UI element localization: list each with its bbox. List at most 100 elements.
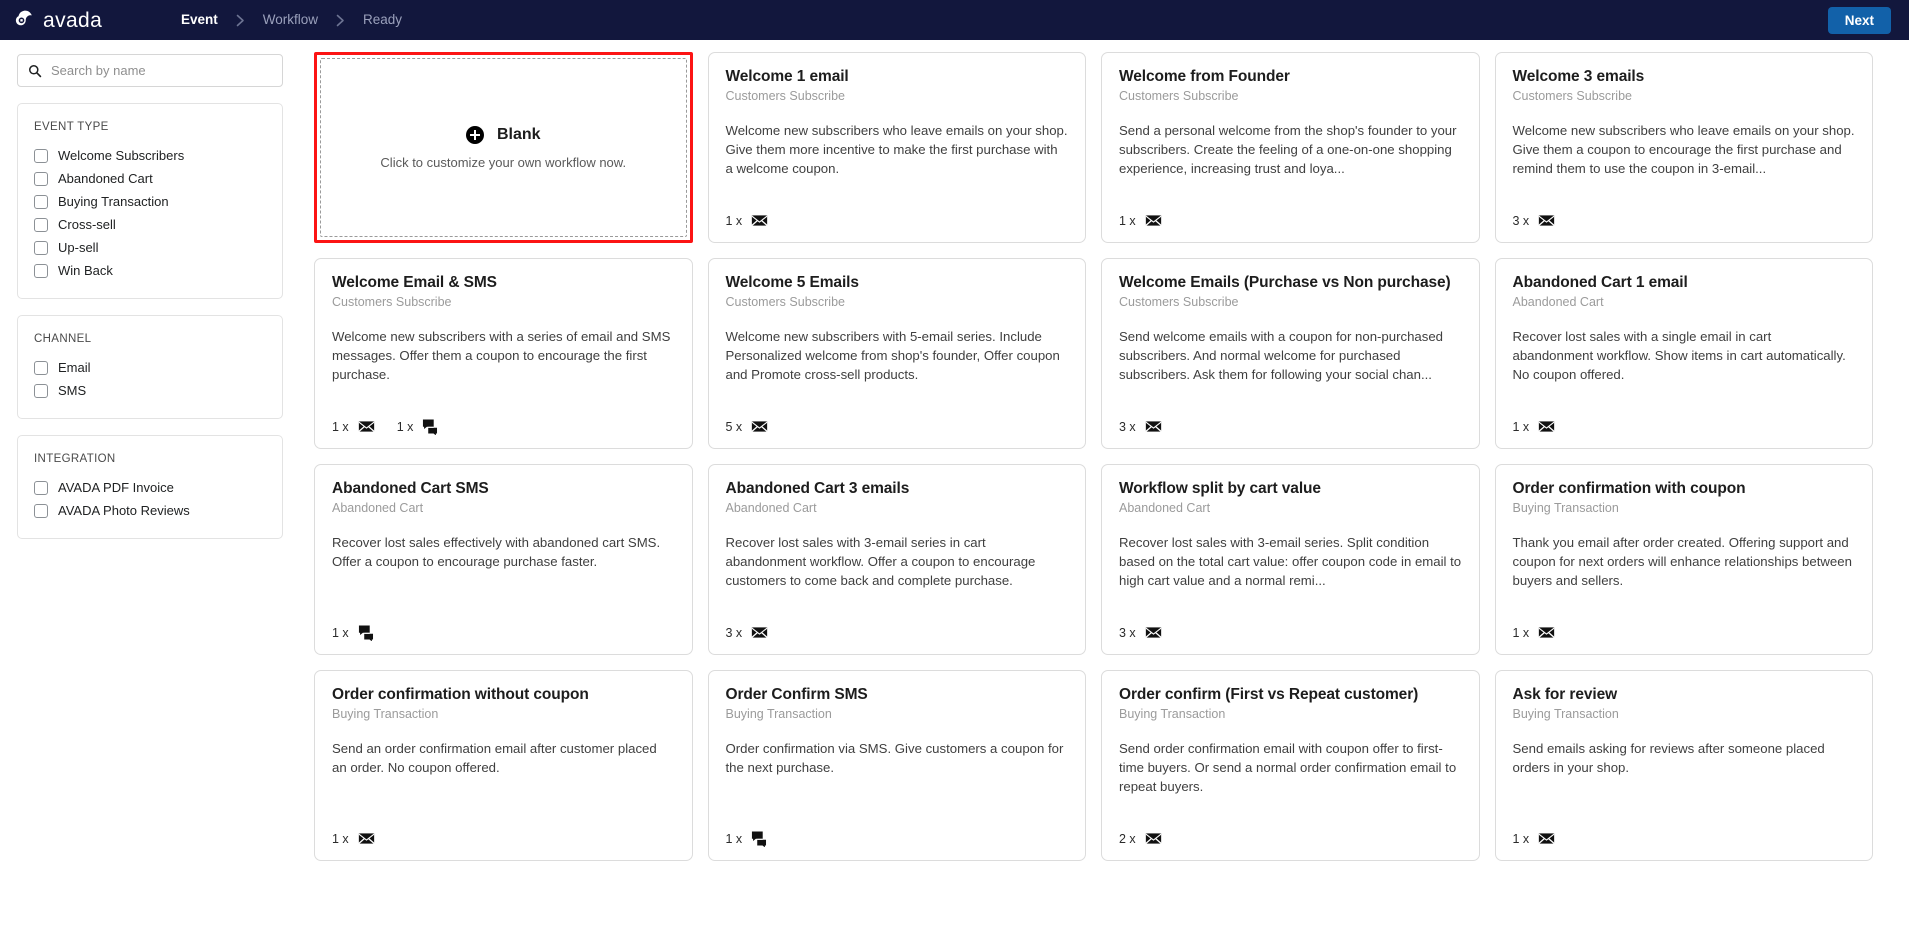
template-card-stats: 1 x xyxy=(1513,614,1856,641)
filter-group-title: CHANNEL xyxy=(34,333,266,345)
template-stat-count: 1 x xyxy=(1513,832,1530,846)
template-card-title: Welcome 1 email xyxy=(726,68,1069,87)
checkbox-icon[interactable] xyxy=(34,195,48,209)
template-card-title: Abandoned Cart SMS xyxy=(332,480,675,499)
checkbox-icon[interactable] xyxy=(34,218,48,232)
breadcrumb-item-ready[interactable]: Ready xyxy=(359,13,406,27)
template-card-description: Send welcome emails with a coupon for no… xyxy=(1119,327,1462,384)
checkbox-icon[interactable] xyxy=(34,264,48,278)
template-card-title: Order confirmation without coupon xyxy=(332,686,675,705)
template-stat: 1 x xyxy=(1513,624,1556,641)
template-stat: 5 x xyxy=(726,418,769,435)
email-icon xyxy=(1538,212,1555,229)
template-card[interactable]: Ask for reviewBuying TransactionSend ema… xyxy=(1495,670,1874,861)
checkbox-icon[interactable] xyxy=(34,149,48,163)
template-card-category: Customers Subscribe xyxy=(726,295,1069,311)
template-card-title: Welcome 5 Emails xyxy=(726,274,1069,293)
template-stat-count: 1 x xyxy=(332,420,349,434)
template-card-category: Buying Transaction xyxy=(726,707,1069,723)
template-stat: 3 x xyxy=(1119,418,1162,435)
template-card[interactable]: Welcome Emails (Purchase vs Non purchase… xyxy=(1101,258,1480,449)
filter-option-avada-photo-reviews[interactable]: AVADA Photo Reviews xyxy=(34,499,266,522)
template-card-stats: 1 x1 x xyxy=(332,408,675,435)
plus-circle-icon xyxy=(466,126,484,144)
template-card-title: Welcome 3 emails xyxy=(1513,68,1856,87)
filter-option-email[interactable]: Email xyxy=(34,356,266,379)
email-icon xyxy=(1538,830,1555,847)
filter-option-up-sell[interactable]: Up-sell xyxy=(34,236,266,259)
email-icon xyxy=(751,212,768,229)
email-icon xyxy=(1538,418,1555,435)
filter-group-integration: INTEGRATIONAVADA PDF InvoiceAVADA Photo … xyxy=(17,435,283,539)
template-card[interactable]: Welcome Email & SMS Customers Subscribe We… xyxy=(314,258,693,449)
blank-workflow-card[interactable]: Blank Click to customize your own workfl… xyxy=(314,52,693,243)
email-icon xyxy=(358,830,375,847)
sms-icon xyxy=(358,624,375,641)
filter-group-title: EVENT TYPE xyxy=(34,121,266,133)
blank-card-title: Blank xyxy=(497,126,541,144)
template-card[interactable]: Welcome from FounderCustomers SubscribeS… xyxy=(1101,52,1480,243)
template-card[interactable]: Order confirm (First vs Repeat customer)… xyxy=(1101,670,1480,861)
template-card-description: Welcome new subscribers with a series of… xyxy=(332,327,675,384)
filter-option-abandoned-cart[interactable]: Abandoned Cart xyxy=(34,167,266,190)
template-card-stats: 3 x xyxy=(1119,408,1462,435)
template-stat: 3 x xyxy=(1119,624,1162,641)
template-card[interactable]: Abandoned Cart 1 emailAbandoned CartReco… xyxy=(1495,258,1874,449)
template-card[interactable]: Welcome 3 emailsCustomers SubscribeWelco… xyxy=(1495,52,1874,243)
next-button[interactable]: Next xyxy=(1828,7,1891,34)
checkbox-icon[interactable] xyxy=(34,504,48,518)
template-card[interactable]: Welcome 5 Emails Customers Subscribe Welco… xyxy=(708,258,1087,449)
template-card-title: Welcome Email & SMS xyxy=(332,274,675,293)
filter-option-welcome-subscribers[interactable]: Welcome Subscribers xyxy=(34,144,266,167)
template-card-title: Order Confirm SMS xyxy=(726,686,1069,705)
email-icon xyxy=(1538,212,1555,229)
search-box[interactable] xyxy=(17,54,283,87)
template-card[interactable]: Abandoned Cart 3 emailsAbandoned CartRec… xyxy=(708,464,1087,655)
filter-option-label: AVADA Photo Reviews xyxy=(58,504,190,517)
email-icon xyxy=(1538,830,1555,847)
brand-logo[interactable]: avada xyxy=(14,9,164,31)
template-stat: 1 x xyxy=(726,830,769,847)
checkbox-icon[interactable] xyxy=(34,241,48,255)
template-card[interactable]: Welcome 1 emailCustomers SubscribeWelcom… xyxy=(708,52,1087,243)
filter-option-win-back[interactable]: Win Back xyxy=(34,259,266,282)
filter-option-buying-transaction[interactable]: Buying Transaction xyxy=(34,190,266,213)
template-card-category: Customers Subscribe xyxy=(1119,89,1462,105)
template-card-description: Recover lost sales effectively with aban… xyxy=(332,533,675,571)
template-card[interactable]: Abandoned Cart SMSAbandoned CartRecover … xyxy=(314,464,693,655)
filter-option-cross-sell[interactable]: Cross-sell xyxy=(34,213,266,236)
search-input[interactable] xyxy=(51,63,272,78)
checkbox-icon[interactable] xyxy=(34,361,48,375)
filter-option-label: Abandoned Cart xyxy=(58,172,153,185)
template-card-description: Welcome new subscribers with 5-email ser… xyxy=(726,327,1069,384)
breadcrumb-item-event[interactable]: Event xyxy=(177,13,222,27)
template-card[interactable]: Order confirmation with couponBuying Tra… xyxy=(1495,464,1874,655)
breadcrumb-item-workflow[interactable]: Workflow xyxy=(259,13,322,27)
template-card-description: Recover lost sales with 3-email series i… xyxy=(726,533,1069,590)
template-stat-count: 1 x xyxy=(1119,214,1136,228)
template-card[interactable]: Order Confirm SMSBuying TransactionOrder… xyxy=(708,670,1087,861)
email-icon xyxy=(1145,418,1162,435)
filter-sidebar: EVENT TYPE Welcome Subscribers Abandoned C… xyxy=(0,40,300,945)
template-card-description: Welcome new subscribers who leave emails… xyxy=(726,121,1069,178)
template-card[interactable]: Workflow split by cart valueAbandoned Ca… xyxy=(1101,464,1480,655)
filter-option-avada-pdf-invoice[interactable]: AVADA PDF Invoice xyxy=(34,476,266,499)
checkbox-icon[interactable] xyxy=(34,481,48,495)
filter-option-label: SMS xyxy=(58,384,86,397)
email-icon xyxy=(1145,212,1162,229)
template-card-category: Buying Transaction xyxy=(1119,707,1462,723)
template-card[interactable]: Order confirmation without couponBuying … xyxy=(314,670,693,861)
email-icon xyxy=(1145,830,1162,847)
email-icon xyxy=(358,418,375,435)
template-card-category: Abandoned Cart xyxy=(726,501,1069,517)
checkbox-icon[interactable] xyxy=(34,172,48,186)
template-card-description: Send a personal welcome from the shop's … xyxy=(1119,121,1462,178)
checkbox-icon[interactable] xyxy=(34,384,48,398)
template-stat-count: 3 x xyxy=(1513,214,1530,228)
sms-icon xyxy=(422,418,439,435)
template-card-category: Customers Subscribe xyxy=(332,295,675,311)
template-card-category: Customers Subscribe xyxy=(1119,295,1462,311)
sms-icon xyxy=(358,624,375,641)
filter-option-sms[interactable]: SMS xyxy=(34,379,266,402)
filter-group-event-type: EVENT TYPE Welcome Subscribers Abandoned C… xyxy=(17,103,283,299)
